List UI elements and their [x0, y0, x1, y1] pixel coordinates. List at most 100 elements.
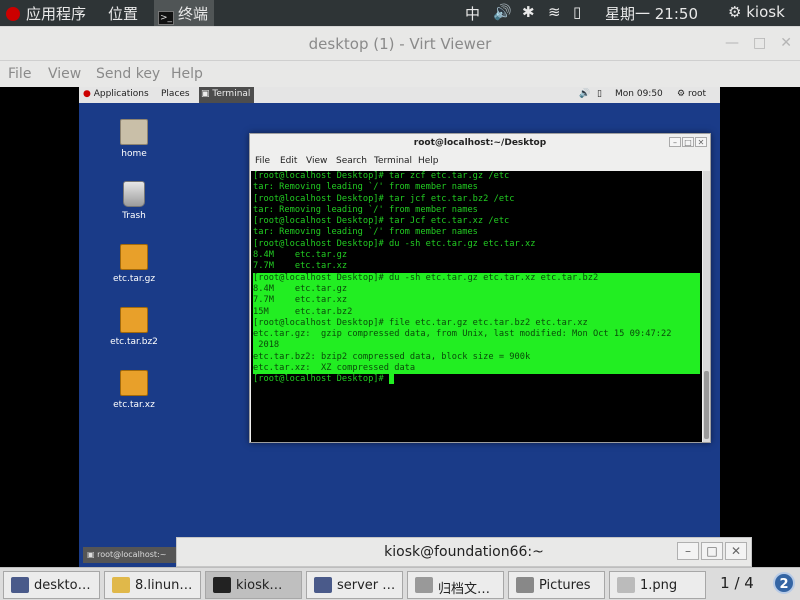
scrollbar-thumb[interactable] [704, 371, 709, 439]
vm-places-menu[interactable]: Places [161, 89, 190, 99]
terminal-icon: ▣ [87, 550, 98, 559]
monitor-icon [314, 577, 332, 593]
terminal-menu-file[interactable]: File [255, 156, 270, 166]
terminal-prompt-line[interactable]: [root@localhost Desktop]# _ [253, 374, 700, 385]
desktop-icon-etc-tar-xz[interactable]: etc.tar.xz [94, 370, 174, 410]
terminal-line: 8.4M etc.tar.gz [253, 250, 348, 261]
task-label: 1.png [640, 578, 678, 593]
terminal-line: [root@localhost Desktop]# tar zcf etc.ta… [253, 171, 510, 181]
task-label: 归档文… [438, 582, 491, 597]
terminal-line-selected: 2018 [253, 340, 700, 352]
terminal-menu-search[interactable]: Search [336, 156, 367, 166]
terminal-menu-edit[interactable]: Edit [280, 156, 297, 166]
kiosk-terminal-titlebar[interactable]: kiosk@foundation66:~ – □ ✕ [176, 537, 752, 567]
help-icon[interactable]: 2 [773, 572, 795, 594]
kiosk-window-title: kiosk@foundation66:~ [384, 544, 544, 560]
task-archive-manager[interactable]: 归档文… [407, 571, 504, 599]
vm-screen[interactable]: ● Applications Places ▣ Terminal 🔊 ▯ Mon… [79, 87, 720, 567]
terminal-output[interactable]: [root@localhost Desktop]# tar zcf etc.ta… [251, 171, 702, 442]
vm-terminal-task[interactable]: ▣ Terminal [199, 87, 255, 103]
menu-view[interactable]: View [48, 66, 81, 82]
power-icon[interactable]: ▯ [573, 3, 581, 21]
terminal-line: [root@localhost Desktop]# du -sh etc.tar… [253, 238, 536, 249]
desktop-icon-label: etc.tar.gz [112, 274, 156, 284]
task-pictures[interactable]: Pictures [508, 571, 605, 599]
desktop-icon-trash[interactable]: Trash [94, 181, 174, 221]
vm-volume-icon[interactable]: 🔊 [579, 89, 590, 99]
host-clock[interactable]: 星期一 21:50 [605, 3, 698, 24]
terminal-menu-terminal[interactable]: Terminal [374, 156, 412, 166]
desktop-icon-label: etc.tar.bz2 [110, 337, 158, 347]
desktop-icon-etc-tar-bz2[interactable]: etc.tar.bz2 [94, 307, 174, 347]
archive-icon [120, 370, 148, 396]
task-desktop-viewer[interactable]: deskto… [3, 571, 100, 599]
host-places-menu[interactable]: 位置 [108, 3, 138, 24]
workspace-pager[interactable]: 1 / 4 [706, 570, 768, 596]
task-image-viewer[interactable]: 1.png [609, 571, 706, 599]
folder-home-icon [120, 119, 148, 145]
terminal-window[interactable]: root@localhost:~/Desktop – □ ✕ File Edit V… [249, 133, 711, 443]
minimize-icon[interactable]: – [677, 542, 699, 560]
archive-icon [120, 244, 148, 270]
desktop-icon-label: Trash [122, 211, 146, 221]
terminal-menu-view[interactable]: View [306, 156, 327, 166]
maximize-icon[interactable]: □ [682, 137, 694, 147]
menu-file[interactable]: File [8, 66, 31, 82]
menu-help[interactable]: Help [171, 66, 203, 82]
vm-applications-label: Applications [93, 89, 149, 99]
task-label: kiosk… [236, 578, 283, 593]
close-icon[interactable]: ✕ [725, 542, 747, 560]
task-label: server … [337, 578, 396, 593]
host-user-menu[interactable]: ⚙ kiosk [728, 3, 785, 21]
terminal-line-selected: [root@localhost Desktop]# du -sh etc.tar… [253, 272, 700, 284]
task-document[interactable]: 8.linun… [104, 571, 201, 599]
desktop-icon-etc-tar-gz[interactable]: etc.tar.gz [94, 244, 174, 284]
vm-bottom-task[interactable]: ▣ root@localhost:~ [83, 547, 183, 563]
desktop-icon-label: home [121, 149, 147, 159]
vm-applications-menu[interactable]: ● Applications [83, 89, 149, 99]
vm-top-bar: ● Applications Places ▣ Terminal 🔊 ▯ Mon… [79, 87, 720, 103]
wifi-icon[interactable]: ≋ [548, 3, 561, 21]
terminal-icon [213, 577, 231, 593]
terminal-scrollbar[interactable] [703, 171, 710, 442]
redhat-logo-icon: ● [83, 89, 94, 99]
task-kiosk-terminal[interactable]: kiosk… [205, 571, 302, 599]
vm-clock[interactable]: Mon 09:50 [615, 89, 663, 99]
terminal-menu-help[interactable]: Help [418, 156, 439, 166]
desktop-icon-label: etc.tar.xz [113, 400, 155, 410]
task-server-viewer[interactable]: server … [306, 571, 403, 599]
maximize-icon[interactable]: □ [753, 35, 766, 51]
vm-user-label: root [687, 89, 706, 99]
close-icon[interactable]: ✕ [695, 137, 707, 147]
terminal-line-selected: etc.tar.gz: gzip compressed data, from U… [253, 329, 700, 341]
terminal-line: [root@localhost Desktop]# tar Jcf etc.ta… [253, 216, 510, 227]
task-label: 8.linun… [135, 578, 193, 593]
vm-user-menu[interactable]: ⚙ root [677, 89, 706, 99]
vm-terminal-task-label: Terminal [212, 89, 251, 99]
host-terminal-task[interactable]: >_ 终端 [154, 0, 215, 26]
terminal-line-selected: 8.4M etc.tar.gz [253, 283, 700, 296]
volume-icon[interactable]: 🔊 [493, 3, 512, 21]
terminal-menu-bar: File Edit View Search Terminal Help [250, 153, 710, 169]
terminal-line-selected: etc.tar.bz2: bzip2 compressed data, bloc… [253, 351, 700, 364]
trash-icon [123, 181, 145, 207]
menu-send-key[interactable]: Send key [96, 66, 160, 82]
terminal-prompt: [root@localhost Desktop]# [253, 374, 389, 385]
input-method-indicator[interactable]: 中 [465, 3, 480, 24]
terminal-line: tar: Removing leading `/' from member na… [253, 182, 478, 193]
minimize-icon[interactable]: — [725, 35, 739, 51]
user-icon: ⚙ [677, 89, 688, 99]
vm-power-icon[interactable]: ▯ [597, 89, 602, 99]
viewer-window-controls: — □ ✕ [711, 35, 792, 51]
redhat-logo-icon [6, 7, 20, 21]
close-icon[interactable]: ✕ [780, 35, 792, 51]
image-viewer-icon [617, 577, 635, 593]
terminal-title: root@localhost:~/Desktop [413, 138, 547, 148]
host-applications-menu[interactable]: 应用程序 [6, 3, 86, 24]
maximize-icon[interactable]: □ [701, 542, 723, 560]
archive-icon [120, 307, 148, 333]
desktop-icon-home[interactable]: home [94, 119, 174, 159]
minimize-icon[interactable]: – [669, 137, 681, 147]
bluetooth-icon[interactable]: ✱ [522, 3, 535, 21]
folder-icon [516, 577, 534, 593]
